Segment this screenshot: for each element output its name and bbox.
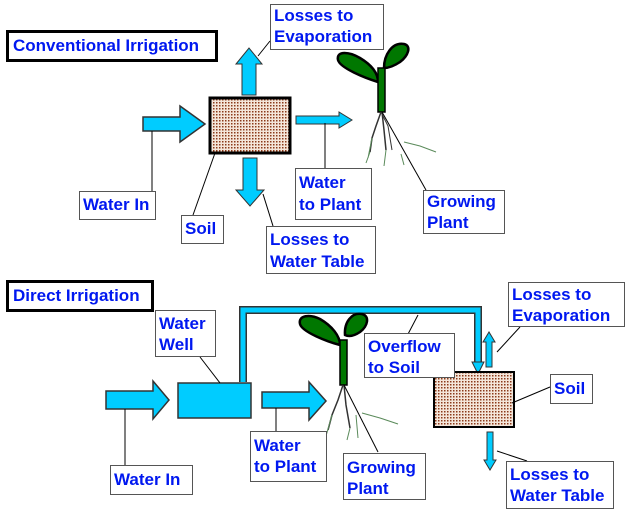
label-water-in: Water In bbox=[79, 191, 156, 220]
water-table-arrow-2 bbox=[483, 431, 497, 471]
label-losses-to-water-table: Losses to Water Table bbox=[266, 226, 376, 274]
plant-icon bbox=[336, 42, 437, 167]
water-well-box bbox=[177, 382, 252, 419]
soil-box bbox=[208, 96, 292, 155]
direct-irrigation-title: Direct Irrigation bbox=[6, 280, 154, 312]
water-in-arrow-2 bbox=[105, 378, 170, 422]
label-growing-plant: Growing Plant bbox=[423, 190, 505, 234]
conventional-irrigation-title: Conventional Irrigation bbox=[6, 30, 218, 62]
label-losses-to-evaporation-2: Losses to Evaporation bbox=[508, 282, 625, 327]
water-to-plant-arrow-2 bbox=[261, 380, 328, 422]
evaporation-arrow bbox=[234, 47, 264, 96]
water-table-arrow bbox=[234, 157, 266, 207]
label-water-well: Water Well bbox=[155, 310, 216, 357]
label-water-to-plant-2: Water to Plant bbox=[250, 431, 327, 482]
label-growing-plant-2: Growing Plant bbox=[343, 453, 426, 500]
label-losses-to-water-table-2: Losses to Water Table bbox=[506, 461, 614, 509]
label-water-to-plant: Water to Plant bbox=[295, 168, 372, 220]
label-soil-2: Soil bbox=[550, 374, 593, 404]
soil-box-2 bbox=[433, 371, 515, 428]
water-to-plant-arrow bbox=[295, 111, 353, 129]
label-losses-to-evaporation: Losses to Evaporation bbox=[270, 4, 384, 50]
label-water-in-2: Water In bbox=[110, 465, 193, 495]
evaporation-arrow-2 bbox=[482, 331, 496, 368]
label-soil: Soil bbox=[181, 215, 224, 244]
label-overflow-to-soil: Overflow to Soil bbox=[364, 333, 455, 378]
